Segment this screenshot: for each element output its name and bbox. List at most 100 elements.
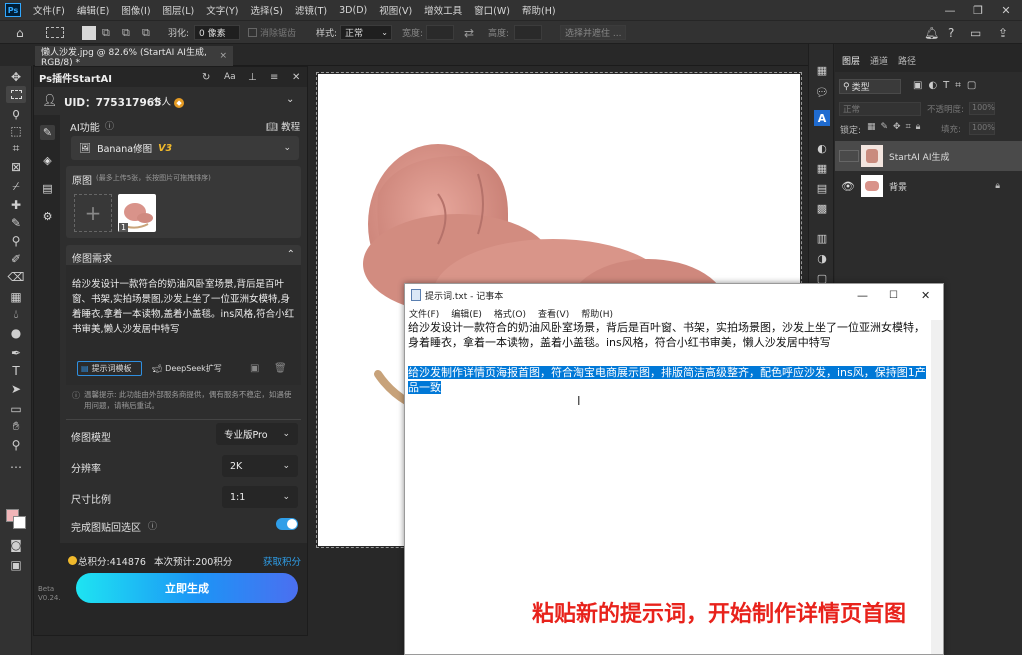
layer-row-startai[interactable]: StartAI AI生成: [835, 141, 1022, 171]
brush-tool-icon[interactable]: ✎: [6, 214, 26, 231]
startai-plugin-icon[interactable]: A: [814, 110, 830, 126]
tab-channels[interactable]: 通道: [870, 54, 888, 67]
prompt-template-button[interactable]: ▤ 提示词模板: [77, 361, 142, 376]
layers-icon[interactable]: ◈: [40, 153, 55, 168]
document-tab[interactable]: 懒人沙发.jpg @ 82.6% (StartAI AI生成, RGB/8) *…: [35, 46, 233, 68]
lasso-tool-icon[interactable]: ϙ: [6, 104, 26, 121]
tab-layers[interactable]: 图层: [842, 54, 860, 67]
quick-mask-icon[interactable]: ◙: [6, 536, 26, 553]
eye-icon[interactable]: 👁︎: [841, 180, 861, 193]
stamp-tool-icon[interactable]: ⚲: [6, 232, 26, 249]
fill-input[interactable]: 100%: [969, 122, 995, 135]
zoom-tool-icon[interactable]: ⚲: [6, 436, 26, 453]
close-icon[interactable]: ✕: [921, 289, 930, 302]
dodge-tool-icon[interactable]: ●: [6, 324, 26, 341]
type-tool-icon[interactable]: T: [6, 362, 26, 379]
paste-back-toggle[interactable]: [276, 518, 298, 530]
menu-plugins[interactable]: 增效工具: [418, 3, 468, 17]
chevron-down-icon[interactable]: ⌄: [286, 94, 294, 105]
marquee-preset-icon[interactable]: [46, 27, 64, 38]
menu-file[interactable]: 文件(F): [27, 3, 71, 17]
ratio-select[interactable]: 1:1 ⌄: [222, 486, 298, 508]
np-menu-help[interactable]: 帮助(H): [581, 307, 613, 320]
libraries-icon[interactable]: ▥: [814, 230, 830, 246]
new-selection-icon[interactable]: [82, 26, 96, 40]
move-tool-icon[interactable]: ✥: [6, 68, 26, 85]
np-menu-view[interactable]: 查看(V): [538, 307, 569, 320]
swatches-icon[interactable]: ▦: [814, 160, 830, 176]
hand-tool-icon[interactable]: ✋︎: [6, 418, 26, 435]
minimize-icon[interactable]: —: [936, 0, 964, 20]
vertical-scrollbar[interactable]: [931, 320, 943, 654]
close-tab-icon[interactable]: ×: [219, 51, 227, 61]
opacity-input[interactable]: 100%: [969, 102, 995, 115]
generate-button[interactable]: 立即生成: [76, 573, 298, 603]
height-input[interactable]: [514, 25, 542, 40]
gradients-icon[interactable]: ▤: [814, 180, 830, 196]
swap-icon[interactable]: ⇄: [464, 25, 474, 40]
menu-view[interactable]: 视图(V): [373, 3, 418, 17]
visibility-toggle-off[interactable]: [839, 150, 859, 162]
upload-add-button[interactable]: +: [74, 194, 112, 232]
history-brush-icon[interactable]: ✐: [6, 250, 26, 267]
trash-icon[interactable]: 🗑︎: [274, 363, 287, 374]
bell-icon[interactable]: 🔔︎: [924, 25, 939, 40]
ai-function-select[interactable]: 🖼︎ Banana修图 V3 ⌄: [71, 136, 299, 160]
healing-tool-icon[interactable]: ✚: [6, 196, 26, 213]
comment-icon[interactable]: 💬︎: [814, 84, 830, 100]
eyedropper-tool-icon[interactable]: ⌿: [6, 178, 26, 195]
edit-icon[interactable]: ✎: [40, 125, 55, 140]
width-input[interactable]: [426, 25, 454, 40]
rectangle-tool-icon[interactable]: ▭: [6, 400, 26, 417]
pin-icon[interactable]: ⊥: [248, 72, 257, 83]
refresh-icon[interactable]: ↻: [202, 72, 210, 83]
blur-tool-icon[interactable]: 💧︎: [6, 306, 26, 323]
menu-edit[interactable]: 编辑(E): [71, 3, 115, 17]
menu-help[interactable]: 帮助(H): [516, 3, 562, 17]
menu-select[interactable]: 选择(S): [244, 3, 288, 17]
maximize-icon[interactable]: ☐: [889, 290, 898, 301]
source-thumbnail[interactable]: 1: [118, 194, 156, 232]
menu-layer[interactable]: 图层(L): [157, 3, 201, 17]
workspace-icon[interactable]: ▭: [970, 25, 981, 40]
menu-window[interactable]: 窗口(W): [468, 3, 516, 17]
settings-icon[interactable]: ⚙: [40, 209, 55, 224]
adjustments-icon[interactable]: ◑: [814, 250, 830, 266]
close-icon[interactable]: ✕: [992, 0, 1020, 20]
document-icon[interactable]: ▤: [40, 181, 55, 196]
style-select[interactable]: 正常 ⌄: [340, 25, 392, 40]
feather-input[interactable]: 0 像素: [194, 25, 240, 40]
intersect-selection-icon[interactable]: ⧉: [142, 25, 150, 40]
help-icon[interactable]: ?: [948, 25, 954, 40]
tab-paths[interactable]: 路径: [898, 54, 916, 67]
subtract-selection-icon[interactable]: ⧉: [122, 25, 130, 40]
np-menu-file[interactable]: 文件(F): [409, 307, 439, 320]
home-icon[interactable]: ⌂: [16, 25, 24, 40]
select-and-mask-button[interactable]: 选择并遮住 ...: [560, 25, 626, 40]
menu-filter[interactable]: 滤镜(T): [289, 3, 333, 17]
maximize-icon[interactable]: ❐: [964, 0, 992, 20]
deepseek-button[interactable]: 🐋︎ DeepSeek扩写: [152, 361, 222, 376]
resolution-select[interactable]: 2K ⌄: [222, 455, 298, 477]
layer-filter-select[interactable]: ⚲ 类型: [839, 79, 901, 94]
history-panel-icon[interactable]: ▦: [814, 62, 830, 78]
share-icon[interactable]: ⇪: [998, 25, 1008, 40]
gradient-tool-icon[interactable]: ▦: [6, 288, 26, 305]
requirement-textarea[interactable]: 给沙发设计一款符合的奶油风卧室场景,背后是百叶窗、书架,实拍场景图,沙发上坐了一…: [66, 265, 301, 385]
chevron-up-icon[interactable]: ⌃: [287, 249, 295, 260]
path-select-icon[interactable]: ➤: [6, 380, 26, 397]
np-menu-format[interactable]: 格式(O): [494, 307, 526, 320]
menu-type[interactable]: 文字(Y): [200, 3, 244, 17]
add-selection-icon[interactable]: ⧉: [102, 25, 110, 40]
crop-tool-icon[interactable]: ⌗: [6, 140, 26, 157]
notepad-text-area[interactable]: 给沙发设计一款符合的奶油风卧室场景，背后是百叶窗、书架，实拍场景图，沙发上坐了一…: [408, 320, 929, 395]
tutorial-link[interactable]: 📖︎ 教程: [266, 119, 300, 133]
object-select-tool-icon[interactable]: ⬚: [6, 122, 26, 139]
menu-image[interactable]: 图像(I): [115, 3, 156, 17]
minimize-icon[interactable]: —: [857, 289, 868, 302]
font-size-icon[interactable]: Aa: [224, 72, 236, 82]
get-points-link[interactable]: 获取积分: [263, 554, 301, 568]
blend-mode-select[interactable]: 正常: [839, 102, 921, 116]
pen-tool-icon[interactable]: ✒: [6, 344, 26, 361]
color-panel-icon[interactable]: ◐: [814, 140, 830, 156]
